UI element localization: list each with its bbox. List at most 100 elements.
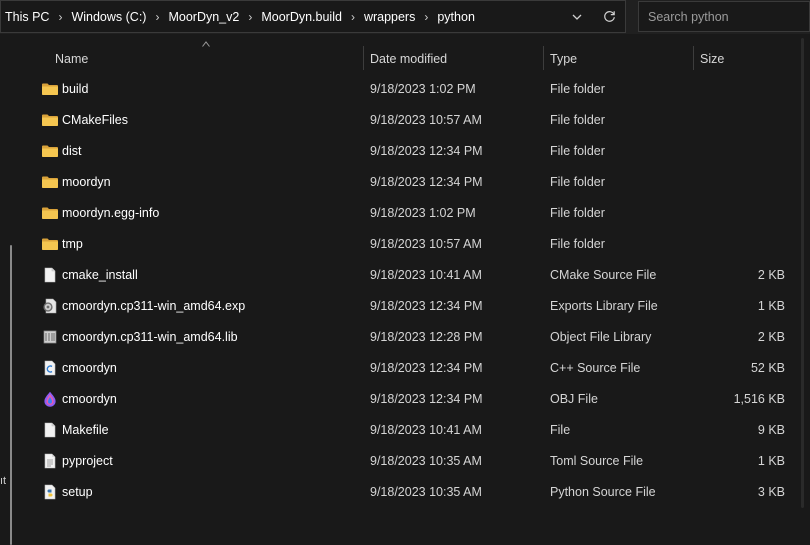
file-row[interactable]: moordyn.egg-info 9/18/2023 1:02 PM File fo… <box>22 198 795 229</box>
file-type: CMake Source File <box>550 268 657 282</box>
file-type: Object File Library <box>550 330 652 344</box>
file-size: 9 KB <box>757 423 785 437</box>
file-name: build <box>62 82 89 96</box>
document-icon <box>41 422 59 438</box>
column-header-size[interactable]: Size <box>700 52 724 66</box>
file-row[interactable]: tmp 9/18/2023 10:57 AM File folder <box>22 229 795 260</box>
file-date-modified: 9/18/2023 12:28 PM <box>370 330 483 344</box>
refresh-icon <box>603 11 615 22</box>
search-input[interactable] <box>638 1 810 32</box>
file-name: setup <box>62 485 93 499</box>
breadcrumb-item-wrappers[interactable]: wrappers <box>361 10 418 24</box>
file-date-modified: 9/18/2023 12:34 PM <box>370 144 483 158</box>
chevron-right-icon[interactable]: › <box>149 10 165 24</box>
breadcrumb-item-moordyn-v2[interactable]: MoorDyn_v2 <box>165 10 242 24</box>
vertical-scrollbar[interactable] <box>795 34 810 516</box>
file-name: cmake_install <box>62 268 138 282</box>
gear-file-icon <box>41 298 59 314</box>
file-date-modified: 9/18/2023 10:41 AM <box>370 423 482 437</box>
column-header-name[interactable]: Name <box>55 52 88 66</box>
file-row[interactable]: setup 9/18/2023 10:35 AM Python Source Fil… <box>22 477 795 508</box>
navigation-item-fragment[interactable]: ıt <box>0 475 6 487</box>
file-name: cmoordyn.cp311-win_amd64.exp <box>62 299 246 313</box>
file-name: cmoordyn.cp311-win_amd64.lib <box>62 330 238 344</box>
document-icon <box>41 267 59 283</box>
file-size: 2 KB <box>757 330 785 344</box>
file-date-modified: 9/18/2023 1:02 PM <box>370 82 476 96</box>
file-date-modified: 9/18/2023 10:35 AM <box>370 454 482 468</box>
file-date-modified: 9/18/2023 10:35 AM <box>370 485 482 499</box>
file-row[interactable]: build 9/18/2023 1:02 PM File folder <box>22 74 795 105</box>
file-date-modified: 9/18/2023 10:41 AM <box>370 268 482 282</box>
chevron-right-icon[interactable]: › <box>242 10 258 24</box>
folder-icon <box>41 236 59 252</box>
file-row[interactable]: cmoordyn.cp311-win_amd64.lib 9/18/2023 12… <box>22 322 795 353</box>
chevron-right-icon[interactable]: › <box>345 10 361 24</box>
file-row[interactable]: cmoordyn 9/18/2023 12:34 PM OBJ File 1,516 … <box>22 384 795 415</box>
file-size: 1 KB <box>757 299 785 313</box>
file-name: pyproject <box>62 454 113 468</box>
library-file-icon <box>41 329 59 345</box>
chevron-right-icon[interactable]: › <box>52 10 68 24</box>
folder-icon <box>41 112 59 128</box>
python-file-icon <box>41 484 59 500</box>
file-name: moordyn <box>62 175 111 189</box>
navigation-pane[interactable]: ıt <box>0 34 22 545</box>
column-divider[interactable] <box>543 46 544 70</box>
breadcrumb-item-this-pc[interactable]: This PC <box>2 10 52 24</box>
file-date-modified: 9/18/2023 1:02 PM <box>370 206 476 220</box>
folder-icon <box>41 174 59 190</box>
chevron-right-icon[interactable]: › <box>418 10 434 24</box>
chevron-down-icon <box>572 14 582 20</box>
column-divider[interactable] <box>693 46 694 70</box>
cpp-file-icon <box>41 360 59 376</box>
column-header-type[interactable]: Type <box>550 52 577 66</box>
file-size: 1 KB <box>757 454 785 468</box>
file-date-modified: 9/18/2023 12:34 PM <box>370 299 483 313</box>
file-type: File <box>550 423 571 437</box>
folder-icon <box>41 205 59 221</box>
breadcrumb-item-moordyn-build[interactable]: MoorDyn.build <box>258 10 345 24</box>
column-header-date[interactable]: Date modified <box>370 52 447 66</box>
file-name: CMakeFiles <box>62 113 128 127</box>
file-name: dist <box>62 144 82 158</box>
breadcrumb-item-python[interactable]: python <box>434 10 478 24</box>
file-name: cmoordyn <box>62 361 117 375</box>
file-row[interactable]: dist 9/18/2023 12:34 PM File folder <box>22 136 795 167</box>
file-type: Exports Library File <box>550 299 658 313</box>
file-name: moordyn.egg-info <box>62 206 160 220</box>
breadcrumb-item-drive[interactable]: Windows (C:) <box>68 10 149 24</box>
file-row[interactable]: cmoordyn 9/18/2023 12:34 PM C++ Source Fil… <box>22 353 795 384</box>
scrollbar-thumb[interactable] <box>801 38 804 508</box>
breadcrumb: This PC › Windows (C:) › MoorDyn_v2 › Mo… <box>1 1 478 32</box>
file-row[interactable]: moordyn 9/18/2023 12:34 PM File folder <box>22 167 795 198</box>
file-type: File folder <box>550 113 605 127</box>
refresh-button[interactable] <box>597 1 621 32</box>
column-divider[interactable] <box>363 46 364 70</box>
file-size: 1,516 KB <box>733 392 785 406</box>
file-size: 52 KB <box>750 361 785 375</box>
file-date-modified: 9/18/2023 12:34 PM <box>370 361 483 375</box>
file-row[interactable]: pyproject 9/18/2023 10:35 AM Toml Source F… <box>22 446 795 477</box>
file-type: File folder <box>550 237 605 251</box>
file-name: Makefile <box>62 423 109 437</box>
file-date-modified: 9/18/2023 10:57 AM <box>370 113 482 127</box>
file-date-modified: 9/18/2023 12:34 PM <box>370 392 483 406</box>
file-row[interactable]: CMakeFiles 9/18/2023 10:57 AM File folder <box>22 105 795 136</box>
sort-ascending-icon <box>202 41 210 47</box>
file-row[interactable]: Makefile 9/18/2023 10:41 AM File 9 KB <box>22 415 795 446</box>
address-history-button[interactable] <box>567 1 587 32</box>
file-type: File folder <box>550 206 605 220</box>
file-date-modified: 9/18/2023 10:57 AM <box>370 237 482 251</box>
obj-file-icon <box>41 391 59 407</box>
file-name: tmp <box>62 237 83 251</box>
file-type: OBJ File <box>550 392 598 406</box>
file-name: cmoordyn <box>62 392 117 406</box>
file-row[interactable]: cmoordyn.cp311-win_amd64.exp 9/18/2023 12… <box>22 291 795 322</box>
file-type: C++ Source File <box>550 361 641 375</box>
navigation-scrollbar[interactable] <box>10 245 12 545</box>
folder-icon <box>41 81 59 97</box>
address-bar[interactable]: This PC › Windows (C:) › MoorDyn_v2 › Mo… <box>0 0 626 33</box>
file-row[interactable]: cmake_install 9/18/2023 10:41 AM CMake Sou… <box>22 260 795 291</box>
file-date-modified: 9/18/2023 12:34 PM <box>370 175 483 189</box>
